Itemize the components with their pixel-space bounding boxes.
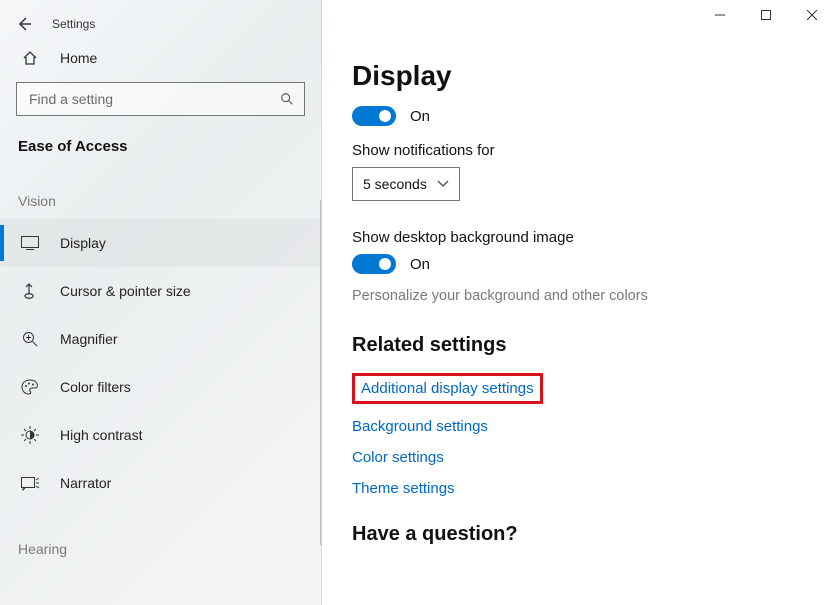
sidebar-item-label: Narrator [60, 475, 111, 491]
palette-icon [18, 379, 42, 395]
sidebar-item-display[interactable]: Display [0, 219, 321, 267]
sidebar-scroll-track[interactable] [320, 200, 321, 545]
main-content: Display On Show notifications for 5 seco… [322, 0, 835, 605]
chevron-down-icon [437, 180, 449, 188]
search-input[interactable] [27, 90, 280, 108]
contrast-icon [18, 426, 42, 444]
display-icon [18, 236, 42, 250]
notifications-label: Show notifications for [352, 142, 805, 159]
back-icon[interactable] [16, 16, 32, 32]
toggle-desktop-bg[interactable]: On [352, 254, 805, 274]
home-icon [18, 50, 42, 66]
sidebar-item-narrator[interactable]: Narrator [0, 459, 321, 507]
maximize-button[interactable] [743, 0, 789, 30]
notifications-select[interactable]: 5 seconds [352, 167, 460, 201]
close-button[interactable] [789, 0, 835, 30]
settings-window: Settings Home Ease of Access Vision Disp… [0, 0, 835, 605]
toggle-state-label: On [410, 108, 430, 125]
sidebar-item-high-contrast[interactable]: High contrast [0, 411, 321, 459]
toggle-switch-icon [352, 106, 396, 126]
cursor-icon [18, 282, 42, 300]
magnifier-icon [18, 331, 42, 347]
search-box[interactable] [16, 82, 305, 116]
have-a-question-title: Have a question? [352, 523, 805, 546]
sidebar-group-vision: Vision [0, 173, 321, 219]
sidebar-home-label: Home [60, 50, 97, 66]
highlighted-link-box: Additional display settings [352, 373, 543, 404]
sidebar-group-hearing: Hearing [0, 507, 321, 567]
related-settings-title: Related settings [352, 334, 805, 357]
window-title: Settings [52, 17, 95, 31]
sidebar-item-label: Color filters [60, 379, 131, 395]
link-additional-display[interactable]: Additional display settings [361, 380, 534, 397]
link-theme-settings[interactable]: Theme settings [352, 480, 805, 497]
notifications-value: 5 seconds [363, 176, 427, 192]
narrator-icon [18, 475, 42, 491]
desktop-bg-label: Show desktop background image [352, 229, 805, 246]
sidebar-item-label: Cursor & pointer size [60, 283, 191, 299]
personalize-hint: Personalize your background and other co… [352, 288, 805, 304]
sidebar-home[interactable]: Home [0, 40, 321, 76]
sidebar-category: Ease of Access [0, 128, 321, 173]
sidebar-item-label: High contrast [60, 427, 142, 443]
minimize-button[interactable] [697, 0, 743, 30]
page-title: Display [352, 60, 805, 92]
sidebar-item-color-filters[interactable]: Color filters [0, 363, 321, 411]
link-color-settings[interactable]: Color settings [352, 449, 805, 466]
link-background-settings[interactable]: Background settings [352, 418, 805, 435]
titlebar: Settings [0, 8, 321, 40]
search-icon [280, 92, 294, 106]
sidebar-item-label: Display [60, 235, 106, 251]
toggle-display[interactable]: On [352, 106, 805, 126]
sidebar-item-magnifier[interactable]: Magnifier [0, 315, 321, 363]
window-controls [697, 0, 835, 30]
toggle-switch-icon [352, 254, 396, 274]
toggle-state-label: On [410, 256, 430, 273]
sidebar-item-cursor[interactable]: Cursor & pointer size [0, 267, 321, 315]
sidebar-item-label: Magnifier [60, 331, 118, 347]
sidebar: Settings Home Ease of Access Vision Disp… [0, 0, 322, 605]
